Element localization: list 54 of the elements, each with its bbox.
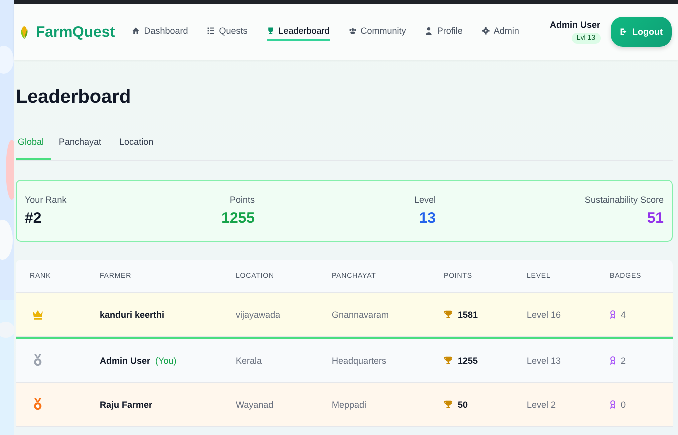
farmer-name: Raju Farmer [100,400,153,410]
level-cell-text: Level 2 [527,400,558,410]
farmer-name: Admin User [100,356,151,366]
trophy-icon [444,356,453,365]
medal-icon [32,398,44,411]
badge-count: 4 [621,310,626,320]
award-icon [610,310,616,319]
stat-value: 13 [419,210,436,227]
tab[interactable]: Location [118,130,164,160]
settings-icon [482,27,490,35]
location-cell-text: Wayanad [236,400,275,410]
panchayat-cell-text: Headquarters [332,356,388,366]
trophy-icon [444,400,453,409]
stat-label: Sustainability Score [584,195,664,205]
tab[interactable]: Panchayat [57,130,112,160]
level-cell-text: Level 13 [527,356,562,366]
user-icon [425,27,434,35]
users-icon [348,27,357,35]
badge-count: 2 [621,356,626,366]
you-label: (You) [156,356,177,366]
home-icon [132,27,140,35]
location-cell-text: Kerala [236,356,264,366]
logout-icon [620,28,628,36]
points-value: 1581 [458,310,478,320]
stat-label: Level [414,195,436,205]
award-icon [610,356,616,365]
stat-value: 1255 [222,210,255,227]
nav-link[interactable]: Dashboard [132,23,188,41]
page-title: Leaderboard [16,86,132,110]
list-icon [207,27,216,35]
panchayat-cell-text: Meppadi [332,400,368,410]
nav-link[interactable]: Admin [482,23,520,41]
points-value: 50 [458,400,468,410]
farmer-name: kanduri keerthi [100,310,165,320]
stat-value: #2 [25,210,43,227]
corn-icon [20,24,29,40]
nav-link[interactable]: Leaderboard [266,23,330,41]
panchayat-cell-text: Gnannavaram [332,310,390,320]
stat-label: Your Rank [25,195,68,205]
user-name: Admin User [550,20,600,30]
award-icon [610,400,616,409]
stat-label: Points [230,195,255,205]
stat-value: 51 [647,210,664,227]
level-cell-text: Level 16 [527,310,562,320]
crown-icon [32,308,44,321]
trophy-icon [266,27,275,35]
nav-link[interactable]: Quests [207,23,248,41]
location-cell-text: vijayawada [236,310,282,320]
medal-icon [32,354,44,367]
trophy-icon [444,310,453,319]
nav-link[interactable]: Community [348,23,406,41]
nav-link[interactable]: Profile [425,23,463,41]
badge-count: 0 [621,400,626,410]
points-value: 1255 [458,356,478,366]
